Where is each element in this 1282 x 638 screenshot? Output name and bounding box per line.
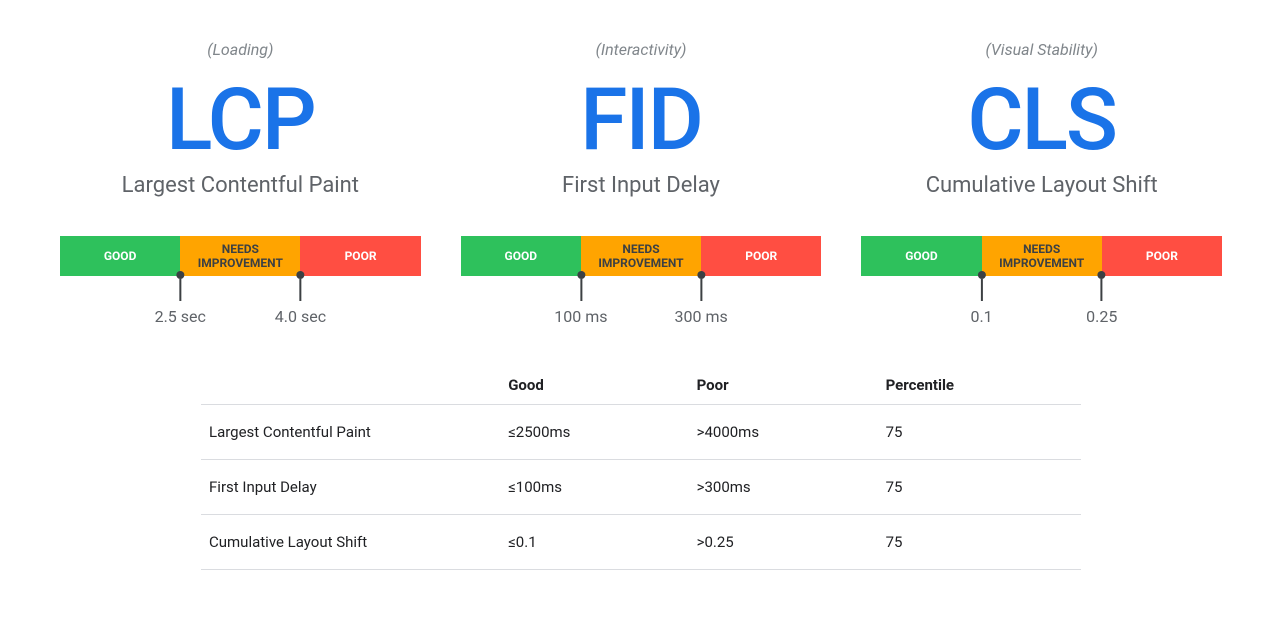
cell-metric: Cumulative Layout Shift [201,515,500,570]
cell-metric: First Input Delay [201,460,500,515]
metric-category: (Loading) [207,40,273,59]
segment-good: GOOD [861,236,981,276]
cell-percentile: 75 [878,460,1081,515]
thresholds-table: Good Poor Percentile Largest Contentful … [201,366,1081,570]
cell-poor: >0.25 [689,515,878,570]
col-poor: Poor [689,366,878,405]
metric-abbrev: CLS [967,77,1116,163]
thresholds-table-wrap: Good Poor Percentile Largest Contentful … [201,366,1081,570]
metric-fullname: Largest Contentful Paint [122,173,359,198]
cell-good: ≤2500ms [500,405,688,460]
threshold-bar: GOOD NEEDS IMPROVEMENT POOR 2.5 sec 4.0 … [60,236,421,326]
threshold-tick-2: 4.0 sec [275,271,326,326]
metric-category: (Visual Stability) [985,40,1097,59]
col-good: Good [500,366,688,405]
table-header-row: Good Poor Percentile [201,366,1081,405]
segment-needs: NEEDS IMPROVEMENT [581,236,701,276]
metrics-row: (Loading) LCP Largest Contentful Paint G… [0,0,1282,326]
cell-good: ≤100ms [500,460,688,515]
metric-card-lcp: (Loading) LCP Largest Contentful Paint G… [60,40,421,326]
segment-poor: POOR [701,236,821,276]
table-row: First Input Delay ≤100ms >300ms 75 [201,460,1081,515]
segment-good: GOOD [60,236,180,276]
segment-poor: POOR [300,236,420,276]
metric-card-fid: (Interactivity) FID First Input Delay GO… [461,40,822,326]
threshold-label: 300 ms [674,307,727,326]
threshold-label: 2.5 sec [155,307,206,326]
table-row: Largest Contentful Paint ≤2500ms >4000ms… [201,405,1081,460]
col-metric [201,366,500,405]
col-percentile: Percentile [878,366,1081,405]
metric-fullname: First Input Delay [562,173,720,198]
segment-good: GOOD [461,236,581,276]
segment-needs: NEEDS IMPROVEMENT [180,236,300,276]
threshold-tick-1: 0.1 [970,271,992,326]
threshold-label: 0.1 [970,307,992,326]
threshold-label: 4.0 sec [275,307,326,326]
metric-abbrev: LCP [166,77,315,163]
cell-percentile: 75 [878,515,1081,570]
cell-poor: >300ms [689,460,878,515]
cell-metric: Largest Contentful Paint [201,405,500,460]
metric-card-cls: (Visual Stability) CLS Cumulative Layout… [861,40,1222,326]
threshold-bar: GOOD NEEDS IMPROVEMENT POOR 0.1 0.25 [861,236,1222,326]
segment-poor: POOR [1102,236,1222,276]
threshold-label: 0.25 [1086,307,1117,326]
threshold-tick-2: 300 ms [674,271,727,326]
cell-good: ≤0.1 [500,515,688,570]
cell-percentile: 75 [878,405,1081,460]
segment-needs: NEEDS IMPROVEMENT [982,236,1102,276]
cell-poor: >4000ms [689,405,878,460]
threshold-tick-2: 0.25 [1086,271,1117,326]
metric-abbrev: FID [580,77,702,163]
threshold-bar: GOOD NEEDS IMPROVEMENT POOR 100 ms 300 m… [461,236,822,326]
metric-fullname: Cumulative Layout Shift [926,173,1158,198]
threshold-tick-1: 100 ms [554,271,607,326]
threshold-label: 100 ms [554,307,607,326]
threshold-tick-1: 2.5 sec [155,271,206,326]
metric-category: (Interactivity) [596,40,687,59]
table-row: Cumulative Layout Shift ≤0.1 >0.25 75 [201,515,1081,570]
